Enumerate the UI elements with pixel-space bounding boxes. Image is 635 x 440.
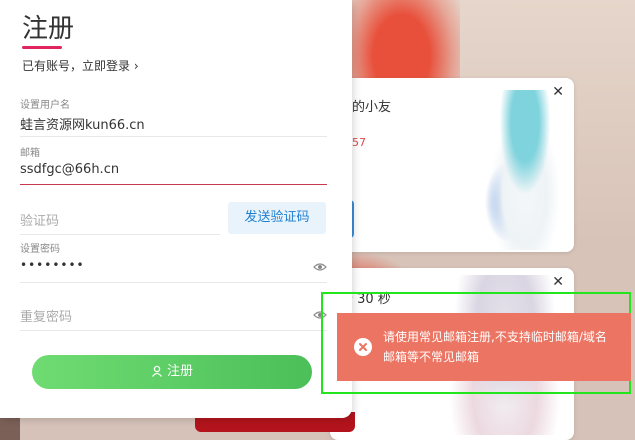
toast-message: 请使用常见邮箱注册,不支持临时邮箱/域名邮箱等不常见邮箱 [383,330,607,364]
email-field[interactable]: 邮箱 ssdfgc@66h.cn [20,142,327,185]
code-field[interactable]: 验证码 [20,202,220,235]
username-value: 蛙言资源网kun66.cn [20,118,145,133]
eye-icon[interactable] [313,259,327,273]
login-link[interactable]: 已有账号，立即登录 › [22,57,139,74]
send-code-button[interactable]: 发送验证码 [228,202,326,234]
anime-illustration [480,90,570,250]
username-field[interactable]: 设置用户名 蛙言资源网kun66.cn [20,94,327,137]
repeat-password-placeholder: 重复密码 [20,310,73,325]
password-field[interactable]: 设置密码 •••••••• [20,240,327,283]
repeat-password-field[interactable]: 重复密码 [20,298,327,331]
user-icon [151,365,163,377]
card-number: 57 [352,136,366,149]
password-value: •••••••• [20,258,85,272]
code-placeholder: 验证码 [20,214,60,229]
register-panel: 注册 已有账号，立即登录 › 设置用户名 蛙言资源网kun66.cn 邮箱 ss… [0,0,352,418]
password-label: 设置密码 [20,244,60,255]
error-icon [354,338,372,356]
title-underline [22,46,62,49]
page-title: 注册 [22,14,75,44]
email-value: ssdfgc@66h.cn [20,162,120,177]
username-label: 设置用户名 [20,100,70,111]
card-title: 的小友 [352,100,392,115]
error-toast: 请使用常见邮箱注册,不支持临时邮箱/域名邮箱等不常见邮箱 [337,313,631,381]
register-button[interactable]: 注册 [32,355,312,389]
register-button-label: 注册 [166,364,193,379]
email-label: 邮箱 [20,148,40,159]
